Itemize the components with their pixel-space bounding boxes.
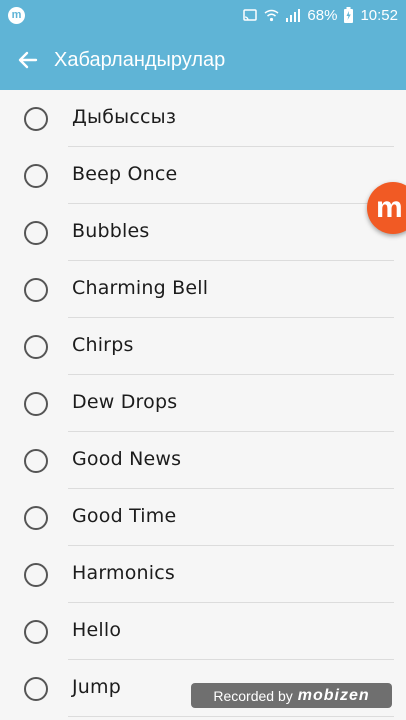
ringtone-list: Дыбыссыз Beep Once Bubbles Charming Bell… (0, 90, 406, 717)
ringtone-item-beep-once[interactable]: Beep Once (0, 147, 406, 204)
status-bar: m 68% 10:52 (0, 0, 406, 30)
battery-percentage: 68% (307, 6, 338, 24)
ringtone-label: Дыбыссыз (72, 105, 177, 128)
ringtone-label: Harmonics (72, 561, 176, 584)
ringtone-label: Bubbles (72, 219, 150, 242)
mobizen-notification-icon: m (8, 6, 25, 24)
ringtone-item-harmonics[interactable]: Harmonics (0, 546, 406, 603)
app-bar: Хабарландырулар (0, 30, 406, 90)
ringtone-item-silent[interactable]: Дыбыссыз (0, 90, 406, 147)
radio-button[interactable] (24, 220, 48, 245)
ringtone-label: Good News (72, 447, 182, 470)
status-icons: 68% 10:52 (243, 7, 398, 24)
radio-button[interactable] (24, 448, 48, 473)
watermark-prefix: Recorded by (213, 687, 293, 704)
back-arrow-icon[interactable] (16, 48, 40, 72)
ringtone-item-chirps[interactable]: Chirps (0, 318, 406, 375)
ringtone-label: Hello (72, 618, 122, 641)
ringtone-item-bubbles[interactable]: Bubbles (0, 204, 406, 261)
ringtone-item-hello[interactable]: Hello (0, 603, 406, 660)
radio-button[interactable] (24, 676, 48, 701)
battery-charging-icon (344, 7, 354, 23)
ringtone-item-charming-bell[interactable]: Charming Bell (0, 261, 406, 318)
radio-button[interactable] (24, 106, 48, 131)
radio-button[interactable] (24, 619, 48, 644)
radio-button[interactable] (24, 277, 48, 302)
ringtone-label: Charming Bell (72, 276, 209, 299)
ringtone-label: Chirps (72, 333, 134, 356)
wifi-icon (264, 9, 279, 21)
ringtone-item-good-time[interactable]: Good Time (0, 489, 406, 546)
radio-button[interactable] (24, 163, 48, 188)
ringtone-label: Dew Drops (72, 390, 178, 413)
ringtone-label: Beep Once (72, 162, 178, 185)
divider (68, 716, 394, 717)
mobizen-logo-icon: m (376, 191, 403, 224)
page-title: Хабарландырулар (54, 48, 226, 71)
radio-button[interactable] (24, 562, 48, 587)
status-time: 10:52 (360, 6, 398, 24)
radio-button[interactable] (24, 391, 48, 416)
cast-icon (243, 9, 258, 21)
ringtone-item-good-news[interactable]: Good News (0, 432, 406, 489)
ringtone-item-dew-drops[interactable]: Dew Drops (0, 375, 406, 432)
ringtone-label: Good Time (72, 504, 177, 527)
radio-button[interactable] (24, 505, 48, 530)
radio-button[interactable] (24, 334, 48, 359)
recording-watermark: Recorded by mobizen (191, 683, 392, 708)
signal-icon (286, 8, 301, 22)
watermark-brand-logo: mobizen (297, 686, 370, 704)
ringtone-label: Jump (72, 675, 122, 698)
